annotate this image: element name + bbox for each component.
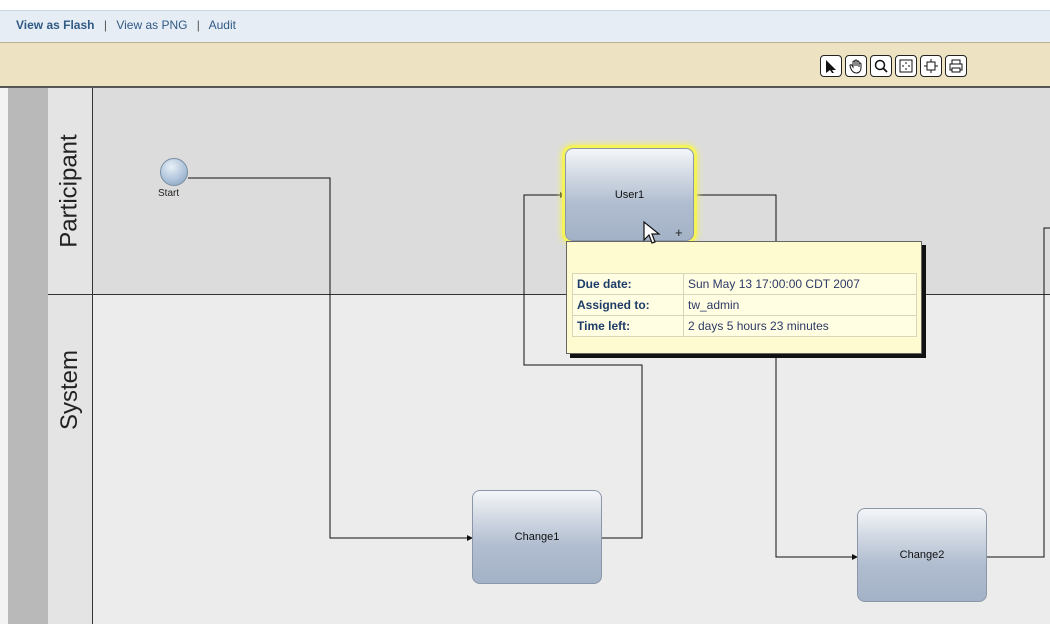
view-as-flash-link[interactable]: View as Flash [16,18,95,32]
diagram-toolbar [0,42,1050,88]
link-separator: | [196,18,200,32]
start-event-label: Start [158,188,180,199]
cursor-plus-icon: + [675,225,683,240]
pan-tool-button[interactable] [845,55,867,77]
flow-change2-out [987,227,1050,558]
time-left-label: Time left: [572,315,684,337]
tooltip-row-due-date: Due date: Sun May 13 17:00:00 CDT 2007 [572,273,917,295]
print-button[interactable] [945,55,967,77]
task-change1[interactable]: Change1 [472,490,602,584]
link-separator: | [103,18,107,32]
tooltip-row-assigned-to: Assigned to: tw_admin [572,294,917,316]
assigned-to-value: tw_admin [683,294,917,316]
view-links: View as Flash | View as PNG | Audit [16,18,236,32]
start-event[interactable] [160,158,188,186]
hand-icon [849,59,862,74]
center-icon [924,59,938,73]
assigned-to-label: Assigned to: [572,294,684,316]
due-date-label: Due date: [572,273,684,295]
task-tooltip: Due date: Sun May 13 17:00:00 CDT 2007 A… [566,241,922,354]
zoom-tool-button[interactable] [870,55,892,77]
time-left-value: 2 days 5 hours 23 minutes [683,315,917,337]
select-tool-button[interactable] [820,55,842,77]
arrow-pointer-icon [826,60,836,73]
tooltip-details-table: Due date: Sun May 13 17:00:00 CDT 2007 A… [572,273,917,337]
magnifier-icon [874,59,888,73]
fit-to-window-button[interactable] [895,55,917,77]
task-change1-label: Change1 [514,531,560,543]
task-change2-label: Change2 [899,549,945,561]
flow-start-to-change1 [188,177,473,541]
center-view-button[interactable] [920,55,942,77]
tooltip-row-time-left: Time left: 2 days 5 hours 23 minutes [572,315,917,337]
task-change2[interactable]: Change2 [857,508,987,602]
task-user1-label: User1 [614,188,645,201]
fit-icon [899,59,913,73]
printer-icon [949,59,963,73]
audit-link[interactable]: Audit [209,18,236,32]
mouse-cursor-icon [643,220,661,244]
view-as-png-link[interactable]: View as PNG [116,18,187,32]
due-date-value: Sun May 13 17:00:00 CDT 2007 [683,273,917,295]
view-links-bar: View as Flash | View as PNG | Audit [0,0,1050,43]
process-diagram[interactable]: Participant System Start User1 Change1 C… [0,88,1050,624]
